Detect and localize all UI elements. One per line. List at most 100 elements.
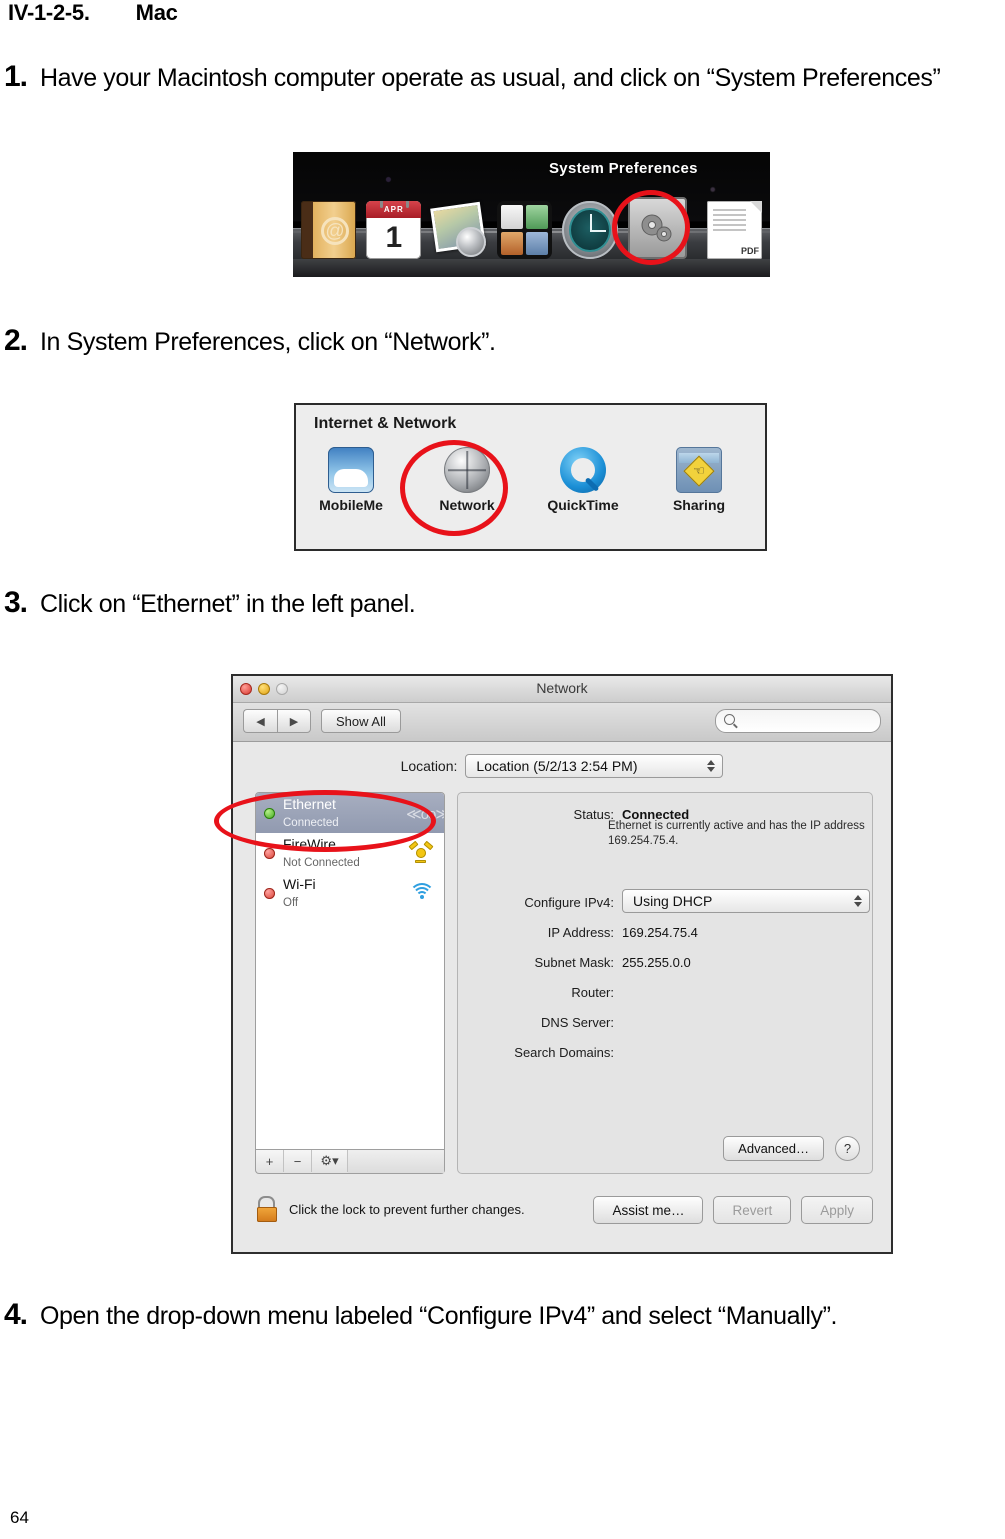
search-icon [724,714,735,725]
add-interface-button[interactable]: + [256,1150,284,1172]
advanced-button[interactable]: Advanced… [723,1136,824,1161]
action-gear-button[interactable]: ⚙▾ [312,1150,348,1172]
group-title: Internet & Network [314,415,457,432]
pdf-label: PDF [741,246,760,256]
footer-button-row: Assist me… Revert Apply [593,1196,873,1224]
window-body: Location: Location (5/2/13 2:54 PM) Ethe… [233,742,891,1236]
ip-address-value: 169.254.75.4 [622,925,698,940]
step-number: 4. [4,1298,28,1331]
time-machine-icon[interactable] [562,201,618,259]
location-row: Location: Location (5/2/13 2:54 PM) [233,754,891,778]
subnet-mask-value: 255.255.0.0 [622,955,691,970]
dock-tooltip: System Preferences [549,160,698,177]
step-text: Click on “Ethernet” in the left panel. [40,590,416,618]
window-title: Network [536,680,588,696]
ethernet-icon: ≪oo≫ [406,806,444,823]
ip-address-row: IP Address: 169.254.75.4 [472,925,698,940]
quicktime-icon [560,447,606,493]
router-label: Router: [571,985,614,1000]
step-text: Have your Macintosh computer operate as … [40,64,941,92]
dashboard-icon[interactable] [496,201,553,259]
step-number: 2. [4,324,28,357]
step-text: Open the drop-down menu labeled “Configu… [40,1302,838,1330]
configure-ipv4-value: Using DHCP [633,893,713,909]
configure-ipv4-row: Configure IPv4: Using DHCP [472,889,870,913]
router-row: Router: [472,985,622,1000]
interface-detail-panel: Status: Connected Ethernet is currently … [457,792,873,1174]
search-field[interactable] [715,709,881,733]
location-select[interactable]: Location (5/2/13 2:54 PM) [465,754,724,778]
status-label: Status: [573,807,614,822]
pref-item-network[interactable]: Network [424,447,510,513]
search-domains-label: Search Domains: [514,1045,614,1060]
iphoto-icon[interactable] [430,201,487,259]
remove-interface-button[interactable]: − [284,1150,312,1172]
step-text: In System Preferences, click on “Network… [40,328,496,356]
interface-name: Wi-Fi [283,875,316,892]
lock-open-icon[interactable] [257,1196,279,1222]
step-number: 3. [4,586,28,619]
firewire-icon [406,840,436,865]
page-number: 64 [10,1508,29,1527]
list-item-wifi[interactable]: Wi-Fi Off [256,873,444,913]
interface-list[interactable]: Ethernet Connected ≪oo≫ FireWire Not Con… [255,792,445,1150]
document-page: IV-1-2-5. Mac 1. Have your Macintosh comp… [0,0,1005,1539]
apply-button[interactable]: Apply [801,1196,873,1224]
step-item-1: 1. Have your Macintosh computer operate … [4,62,1004,94]
lock-text: Click the lock to prevent further change… [289,1201,525,1217]
sharing-folder-icon: ☜ [676,447,722,493]
help-button[interactable]: ? [835,1136,860,1161]
location-value: Location (5/2/13 2:54 PM) [476,758,638,774]
network-globe-icon [444,447,490,493]
dock-reflection [293,259,770,277]
revert-button[interactable]: Revert [713,1196,792,1224]
dns-server-row: DNS Server: [472,1015,622,1030]
heading-number: IV-1-2-5. [8,0,90,25]
list-item-ethernet[interactable]: Ethernet Connected ≪oo≫ [256,793,444,833]
address-book-icon[interactable]: @ [301,201,357,259]
interface-status: Off [283,897,299,909]
system-preferences-icon[interactable] [627,197,687,259]
calendar-day: 1 [385,221,403,254]
status-dot-red [264,887,275,899]
toolbar-filler [348,1150,444,1173]
pdf-document-icon[interactable]: PDF [706,201,763,259]
assist-me-button[interactable]: Assist me… [593,1196,704,1224]
pref-item-label: Sharing [672,497,726,513]
window-title-bar: Network [233,676,891,703]
calendar-icon[interactable]: APR 1 [366,201,422,259]
dns-server-label: DNS Server: [541,1015,614,1030]
search-domains-row: Search Domains: [472,1045,622,1060]
back-button[interactable]: ◀ [243,709,277,733]
pref-item-label: Network [439,497,495,513]
pref-item-sharing[interactable]: ☜ Sharing [656,447,742,513]
status-help-text: Ethernet is currently active and has the… [608,820,865,848]
status-dot-red [264,847,275,859]
step-item-4: 4. Open the drop-down menu labeled “Conf… [4,1300,964,1332]
wifi-icon [406,881,436,905]
interface-status: Not Connected [283,857,360,869]
pref-item-quicktime[interactable]: QuickTime [540,447,626,513]
ip-address-label: IP Address: [547,925,614,940]
show-all-button[interactable]: Show All [321,709,401,733]
pref-item-label: QuickTime [547,497,619,513]
configure-ipv4-label: Configure IPv4: [524,895,614,910]
interface-name: FireWire [283,835,336,852]
interface-name: Ethernet [283,795,336,812]
subnet-mask-label: Subnet Mask: [534,955,615,970]
pref-item-mobileme[interactable]: MobileMe [308,447,394,513]
nav-segment[interactable]: ◀ ▶ [243,709,311,733]
heading-title: Mac [135,0,178,25]
subnet-mask-row: Subnet Mask: 255.255.0.0 [472,955,691,970]
mobileme-icon [328,447,374,493]
forward-button[interactable]: ▶ [277,709,311,733]
interface-status: Connected [283,817,339,829]
list-item-firewire[interactable]: FireWire Not Connected [256,833,444,873]
lock-row[interactable]: Click the lock to prevent further change… [257,1196,525,1222]
chevron-updown-icon [854,895,862,907]
step-item-2: 2. In System Preferences, click on “Netw… [4,326,904,358]
window-toolbar: ◀ ▶ Show All [233,703,891,742]
step-item-3: 3. Click on “Ethernet” in the left panel… [4,588,904,620]
location-label: Location: [400,758,458,774]
configure-ipv4-select[interactable]: Using DHCP [622,889,870,913]
